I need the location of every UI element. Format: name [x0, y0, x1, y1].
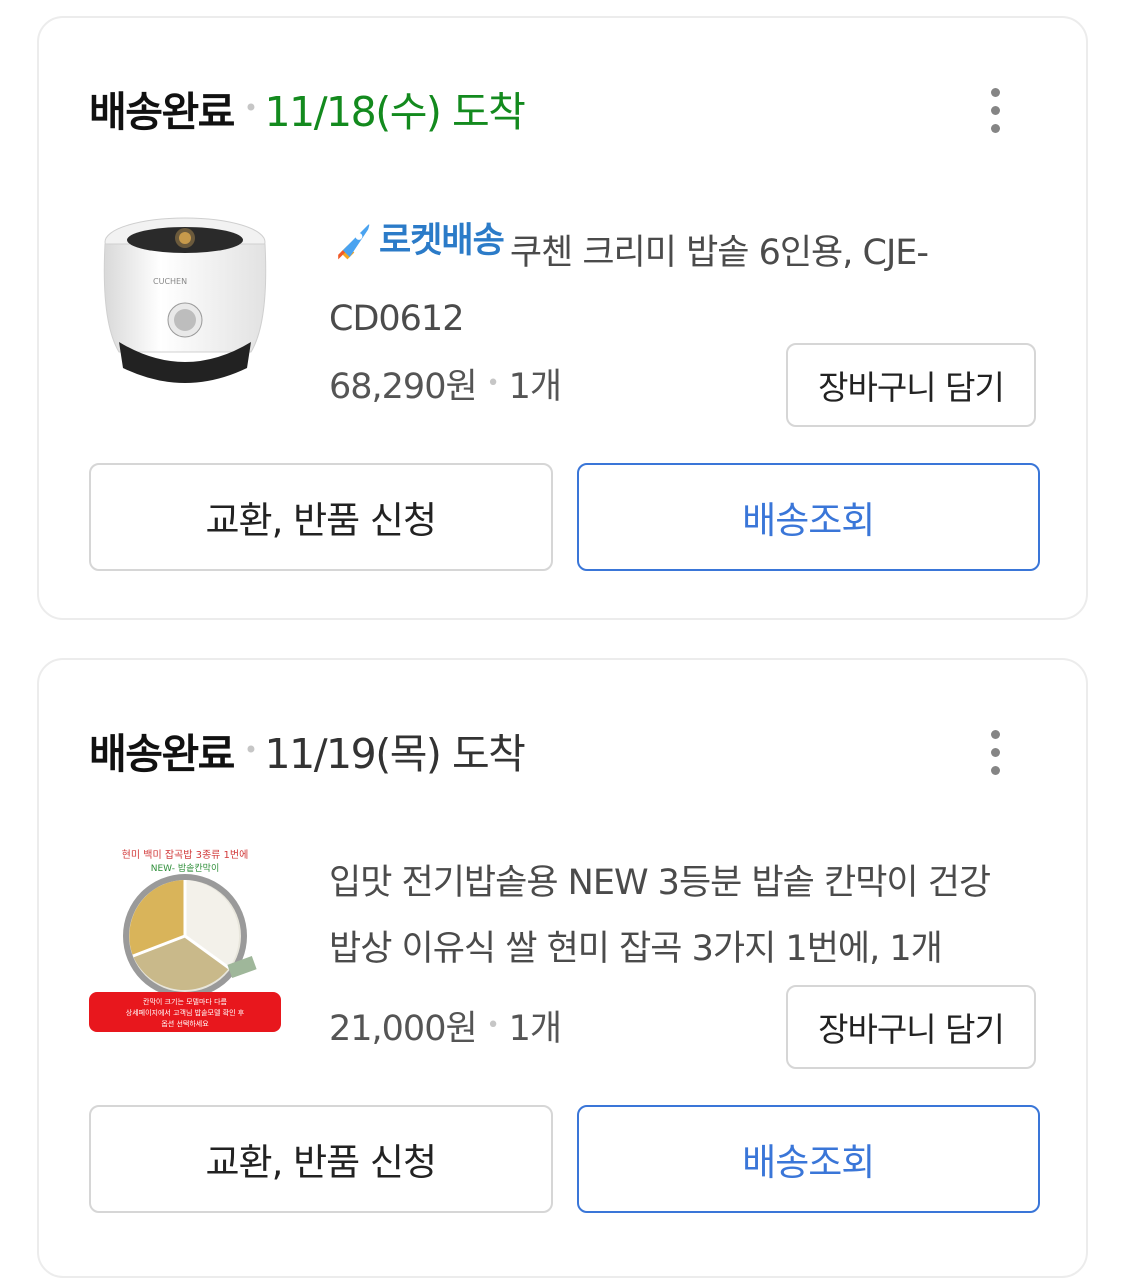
delivery-status: 배송완료 [89, 730, 235, 778]
svg-text:CUCHEN: CUCHEN [153, 277, 187, 286]
quantity: 1개 [508, 1009, 562, 1049]
order-header: 배송완료 • 11/18(수) 도착 [89, 78, 526, 138]
separator-dot: • [486, 1013, 500, 1038]
order-header: 배송완료 • 11/19(목) 도착 [89, 720, 526, 780]
separator-dot: • [243, 736, 258, 764]
price-quantity: 21,000원 • 1개 [329, 1000, 562, 1051]
add-to-cart-button[interactable]: 장바구니 담기 [786, 343, 1036, 427]
image-subhead: NEW- 밥솥칸막이 [151, 863, 219, 874]
price-quantity: 68,290원 • 1개 [329, 358, 562, 409]
order-actions: 교환, 반품 신청 배송조회 [89, 1105, 1040, 1213]
add-to-cart-button[interactable]: 장바구니 담기 [786, 985, 1036, 1069]
delivery-status: 배송완료 [89, 88, 235, 136]
exchange-return-button[interactable]: 교환, 반품 신청 [89, 1105, 553, 1213]
arrival-date: 11/18(수) 도착 [264, 88, 526, 136]
order-actions: 교환, 반품 신청 배송조회 [89, 463, 1040, 571]
track-delivery-button[interactable]: 배송조회 [576, 1105, 1040, 1213]
arrival-date: 11/19(목) 도착 [264, 730, 526, 778]
product-image[interactable]: 현미 백미 잡곡밥 3종류 1번에 NEW- 밥솥칸막이 칸막이 크기는 모델마… [89, 844, 281, 1036]
quantity: 1개 [508, 367, 562, 407]
image-footer-line: 옵션 선택하세요 [161, 1019, 209, 1028]
product-title[interactable]: 로켓배송 쿠첸 크리미 밥솥 6인용, CJE-CD0612 [329, 208, 1029, 352]
product-name: 입맛 전기밥솥용 NEW 3등분 밥솥 칸막이 건강 밥상 이유식 쌀 현미 잡… [329, 863, 991, 969]
track-delivery-button[interactable]: 배송조회 [576, 463, 1040, 571]
price: 68,290원 [329, 367, 478, 407]
rocket-icon [338, 224, 370, 260]
rocket-delivery-badge: 로켓배송 [329, 208, 505, 274]
image-headline: 현미 백미 잡곡밥 3종류 1번에 [122, 849, 249, 861]
separator-dot: • [243, 94, 258, 122]
more-options-icon[interactable] [978, 728, 1012, 778]
order-card: 배송완료 • 11/18(수) 도착 CUCHEN 로켓배송 쿠첸 크리미 밥솥… [37, 16, 1088, 620]
exchange-return-button[interactable]: 교환, 반품 신청 [89, 463, 553, 571]
more-options-icon[interactable] [978, 86, 1012, 136]
separator-dot: • [486, 371, 500, 396]
price: 21,000원 [329, 1009, 478, 1049]
image-footer-line: 상세페이지에서 고객님 밥솥모델 확인 후 [126, 1008, 245, 1017]
rocket-delivery-label: 로켓배송 [379, 221, 505, 261]
order-card: 배송완료 • 11/19(목) 도착 현미 백미 잡곡밥 3종류 1번에 NEW… [37, 658, 1088, 1278]
product-title[interactable]: 입맛 전기밥솥용 NEW 3등분 밥솥 칸막이 건강 밥상 이유식 쌀 현미 잡… [329, 850, 1029, 982]
product-image[interactable]: CUCHEN [89, 202, 281, 394]
image-footer-line: 칸막이 크기는 모델마다 다름 [143, 997, 228, 1006]
